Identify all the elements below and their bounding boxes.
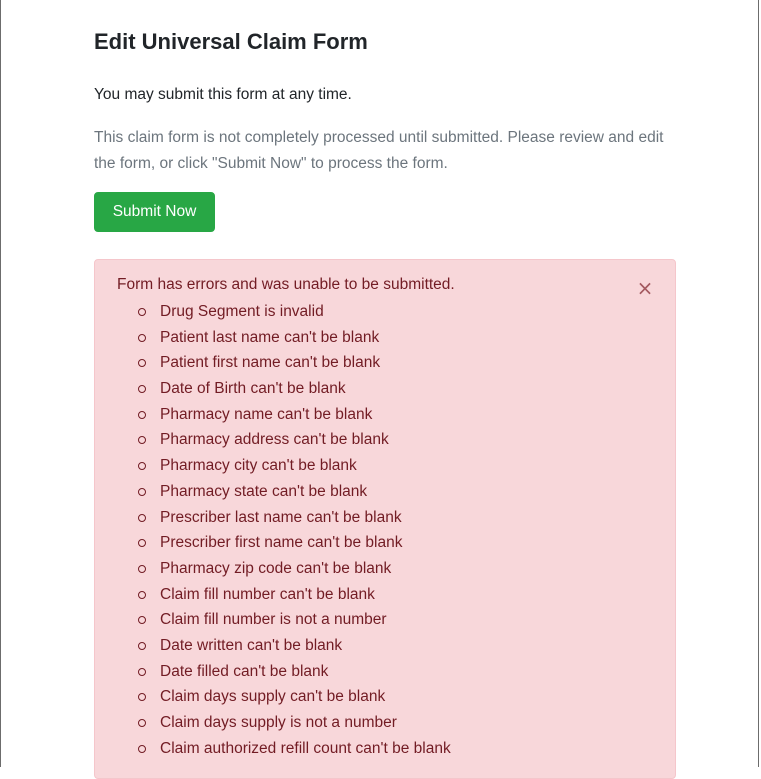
- error-text: Drug Segment is invalid: [160, 303, 324, 320]
- page-frame: Edit Universal Claim Form You may submit…: [0, 0, 759, 779]
- circle-bullet-icon: [138, 462, 146, 471]
- instruction-text: This claim form is not completely proces…: [94, 129, 664, 172]
- error-text: Patient last name can't be blank: [160, 328, 380, 346]
- error-item: Claim fill number is not a number: [135, 609, 451, 635]
- circle-bullet-icon: [138, 308, 146, 316]
- error-text: Claim authorized refill count can't be b…: [160, 739, 451, 757]
- error-item: Patient first name can't be blank: [135, 352, 451, 378]
- circle-bullet-icon: [138, 385, 146, 394]
- circle-bullet-icon: [138, 359, 146, 368]
- error-item: Pharmacy city can't be blank: [135, 455, 451, 481]
- error-item: Patient last name can't be blank: [135, 327, 451, 353]
- error-text: Pharmacy state can't be blank: [160, 482, 368, 500]
- circle-bullet-icon: [138, 513, 146, 522]
- error-text: Claim fill number is not a number: [160, 611, 387, 629]
- circle-bullet-icon: [138, 693, 146, 702]
- error-item: Pharmacy zip code can't be blank: [135, 558, 451, 584]
- circle-bullet-icon: [138, 744, 146, 753]
- error-text: Pharmacy city can't be blank: [160, 457, 357, 475]
- error-item: Pharmacy state can't be blank: [135, 481, 451, 507]
- error-text: Prescriber last name can't be blank: [160, 508, 402, 526]
- circle-bullet-icon: [138, 487, 146, 496]
- error-text: Claim fill number can't be blank: [160, 585, 375, 603]
- error-item: Date of Birth can't be blank: [135, 378, 451, 404]
- circle-bullet-icon: [138, 616, 146, 625]
- error-text: Claim days supply is not a number: [160, 714, 397, 731]
- error-text: Pharmacy name can't be blank: [160, 405, 373, 423]
- circle-bullet-icon: [138, 436, 146, 445]
- error-item: Drug Segment is invalid: [135, 301, 451, 327]
- error-text: Patient first name can't be blank: [160, 354, 381, 372]
- error-text: Pharmacy zip code can't be blank: [160, 559, 392, 577]
- circle-bullet-icon: [138, 667, 146, 676]
- error-item: Date filled can't be blank: [135, 661, 451, 687]
- error-item: Claim authorized refill count can't be b…: [135, 738, 451, 764]
- error-text: Date filled can't be blank: [160, 662, 329, 680]
- error-item: Date written can't be blank: [135, 635, 451, 661]
- circle-bullet-icon: [138, 539, 146, 548]
- close-icon[interactable]: ×: [635, 278, 655, 298]
- error-item: Prescriber last name can't be blank: [135, 507, 451, 533]
- error-text: Pharmacy address can't be blank: [160, 431, 389, 449]
- page-title: Edit Universal Claim Form: [94, 29, 368, 54]
- circle-bullet-icon: [138, 719, 146, 727]
- submit-now-button[interactable]: Submit Now: [94, 192, 215, 232]
- error-text: Date of Birth can't be blank: [160, 380, 346, 398]
- circle-bullet-icon: [138, 333, 146, 342]
- error-text: Claim days supply can't be blank: [160, 688, 386, 706]
- error-item: Claim days supply is not a number: [135, 712, 451, 738]
- circle-bullet-icon: [138, 410, 146, 419]
- alert-heading: Form has errors and was unable to be sub…: [117, 276, 455, 293]
- error-item: Claim days supply can't be blank: [135, 686, 451, 712]
- error-item: Claim fill number can't be blank: [135, 584, 451, 610]
- error-text: Date written can't be blank: [160, 636, 343, 654]
- error-list: Drug Segment is invalid Patient last nam…: [135, 301, 451, 763]
- error-text: Prescriber first name can't be blank: [160, 534, 403, 552]
- error-item: Pharmacy address can't be blank: [135, 429, 451, 455]
- error-item: Pharmacy name can't be blank: [135, 404, 451, 430]
- error-item: Prescriber first name can't be blank: [135, 532, 451, 558]
- circle-bullet-icon: [138, 641, 146, 650]
- error-alert: Form has errors and was unable to be sub…: [94, 259, 676, 779]
- circle-bullet-icon: [138, 564, 146, 573]
- lead-text: You may submit this form at any time.: [94, 86, 352, 103]
- circle-bullet-icon: [138, 590, 146, 599]
